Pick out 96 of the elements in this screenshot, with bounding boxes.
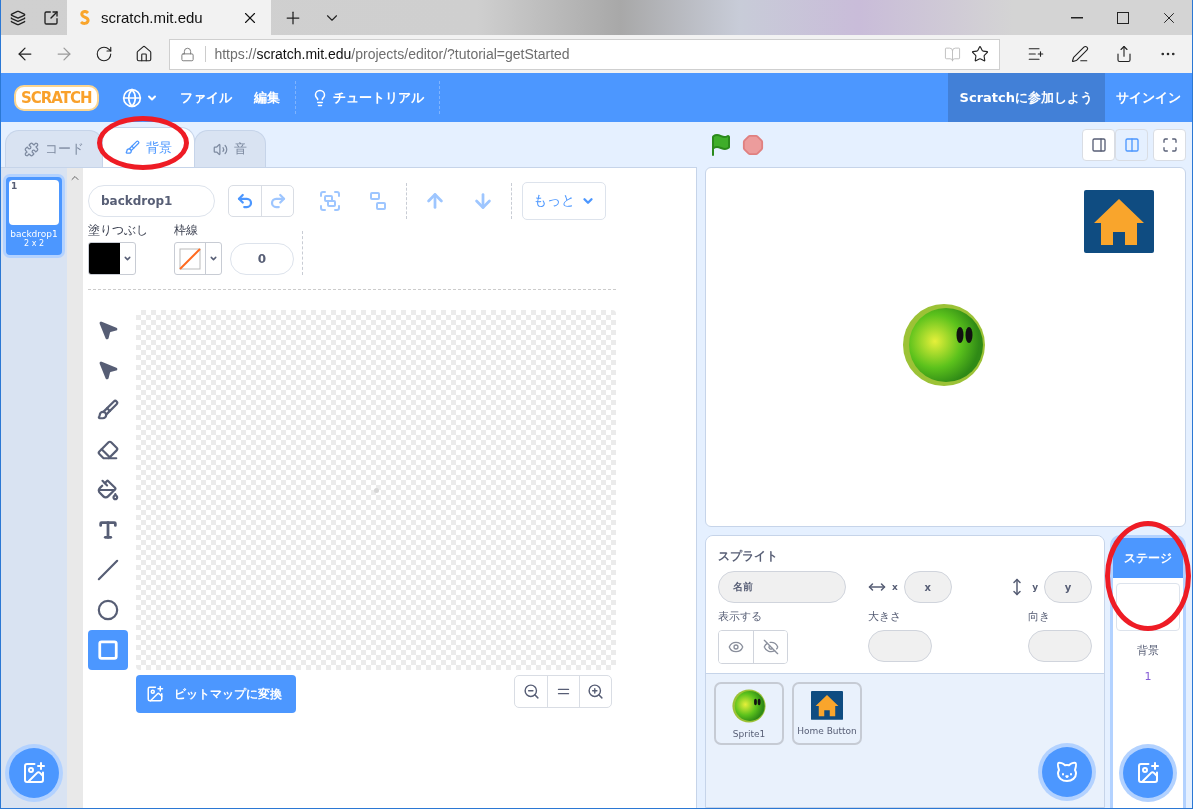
refresh-icon[interactable] bbox=[95, 45, 113, 63]
tab-label: コード bbox=[45, 140, 84, 158]
home-icon[interactable] bbox=[134, 45, 153, 63]
share-icon[interactable] bbox=[1115, 45, 1133, 63]
small-stage-icon bbox=[1090, 136, 1107, 153]
y-label: y bbox=[1032, 582, 1038, 592]
backdrop-name: backdrop1 bbox=[9, 229, 59, 239]
outline-label: 枠線 bbox=[174, 222, 199, 239]
more-button[interactable]: もっと bbox=[522, 182, 606, 220]
sign-in-link[interactable]: サインイン bbox=[1105, 73, 1192, 122]
image-plus-icon bbox=[22, 761, 46, 785]
pen-icon[interactable] bbox=[1071, 45, 1089, 63]
minimize-icon[interactable] bbox=[1071, 16, 1083, 19]
x-field[interactable]: x bbox=[903, 571, 952, 603]
star-icon[interactable] bbox=[971, 45, 989, 63]
circle-icon bbox=[97, 599, 119, 621]
cat-icon bbox=[1055, 760, 1079, 784]
costume-name-field[interactable]: backdrop1 bbox=[88, 185, 215, 217]
paint-bucket-icon bbox=[97, 479, 119, 501]
stage-title: ステージ bbox=[1113, 538, 1183, 578]
y-field[interactable]: y bbox=[1044, 571, 1092, 603]
line-icon bbox=[97, 559, 119, 581]
add-backdrop-button[interactable] bbox=[9, 748, 59, 798]
show-label: 表示する bbox=[718, 609, 762, 624]
hide-button[interactable] bbox=[753, 631, 787, 663]
undo-icon bbox=[236, 192, 254, 210]
menu-item[interactable]: ファイル bbox=[168, 73, 243, 122]
sprite-name: Home Button bbox=[797, 725, 857, 736]
lock-icon bbox=[180, 46, 196, 62]
direction-label: 向き bbox=[1028, 609, 1050, 624]
menu-item[interactable]: 編集 bbox=[242, 73, 291, 122]
tab-label: 音 bbox=[234, 140, 247, 158]
tool-button[interactable] bbox=[88, 630, 128, 670]
fill-color-picker[interactable] bbox=[88, 242, 136, 275]
url-text: https://scratch.mit.edu/projects/editor/?tutorial=getStarted bbox=[205, 46, 934, 62]
house-drawing bbox=[1084, 190, 1154, 253]
add-sprite-button[interactable] bbox=[1042, 747, 1092, 797]
eraser-icon bbox=[97, 439, 119, 461]
size-label: 大きさ bbox=[868, 609, 901, 624]
speaker-icon bbox=[213, 141, 228, 157]
stage-selector[interactable]: ステージ 背景 1 bbox=[1110, 535, 1186, 808]
text-icon bbox=[97, 519, 119, 541]
rectangle-icon bbox=[97, 639, 119, 661]
editor-tab[interactable]: コード bbox=[5, 130, 103, 167]
outline-color-picker[interactable] bbox=[174, 242, 222, 275]
caret-icon bbox=[209, 254, 218, 263]
redo-icon bbox=[268, 192, 287, 210]
pointer-icon bbox=[97, 319, 119, 341]
image-icon bbox=[146, 685, 164, 703]
globe-icon bbox=[121, 87, 142, 108]
center-dot bbox=[374, 488, 379, 493]
maximize-icon[interactable] bbox=[1117, 11, 1129, 24]
sprite-tile[interactable]: Sprite1 bbox=[714, 682, 784, 745]
brush-icon bbox=[125, 140, 140, 155]
large-stage-icon bbox=[1123, 136, 1140, 153]
sprite-name: Sprite1 bbox=[732, 728, 766, 739]
sprite-label: スプライト bbox=[718, 548, 778, 565]
backdrop-number: 1 bbox=[11, 181, 18, 191]
join-button[interactable]: Scratchに参加しよう bbox=[947, 73, 1105, 122]
sprite-tile[interactable]: Home Button bbox=[792, 682, 862, 745]
backdrops-label: 背景 bbox=[1137, 643, 1159, 658]
caret-icon bbox=[123, 254, 132, 263]
zoom-out-icon bbox=[522, 683, 540, 700]
house-icon bbox=[811, 691, 843, 720]
favicon-icon bbox=[79, 9, 91, 26]
sprite-name-field[interactable]: 名前 bbox=[718, 571, 846, 603]
menu-label: チュートリアル bbox=[332, 88, 424, 107]
small-stage-button[interactable] bbox=[1082, 128, 1115, 161]
x-label: x bbox=[892, 582, 898, 592]
fill-label: 塗りつぶし bbox=[88, 222, 148, 239]
backdrop-count: 1 bbox=[1144, 670, 1152, 683]
fullscreen-icon bbox=[1161, 136, 1178, 153]
tab-title: scratch.mit.edu bbox=[101, 9, 204, 26]
tutorial-menu[interactable]: チュートリアル bbox=[299, 73, 435, 122]
backdrop-size: 2 x 2 bbox=[24, 239, 44, 248]
no-color-icon bbox=[179, 247, 201, 270]
fullscreen-button[interactable] bbox=[1153, 128, 1186, 161]
browser-tab[interactable]: scratch.mit.edu bbox=[67, 0, 271, 35]
stage[interactable] bbox=[705, 167, 1186, 527]
size-field[interactable] bbox=[868, 630, 932, 662]
address-bar[interactable]: https://scratch.mit.edu/projects/editor/?tutorial=getStarted bbox=[169, 38, 1000, 70]
eye-off-icon bbox=[762, 639, 779, 655]
flag-icon[interactable] bbox=[709, 132, 733, 157]
ball-icon bbox=[732, 688, 766, 723]
stage-thumbnail bbox=[1116, 583, 1180, 631]
convert-bitmap-button[interactable]: ビットマップに変換 bbox=[136, 675, 296, 713]
scrollbar[interactable] bbox=[67, 168, 83, 808]
backdrop-tile[interactable]: 1 backdrop1 2 x 2 bbox=[3, 174, 65, 258]
eye-icon bbox=[728, 639, 744, 655]
blocks-icon bbox=[24, 141, 39, 157]
zoom-in-icon bbox=[587, 683, 604, 700]
brush-icon bbox=[97, 399, 119, 421]
image-plus-icon bbox=[1136, 761, 1160, 785]
direction-field[interactable] bbox=[1028, 630, 1092, 662]
tab-label: 背景 bbox=[146, 138, 172, 157]
add-backdrop-button[interactable] bbox=[1123, 748, 1173, 798]
